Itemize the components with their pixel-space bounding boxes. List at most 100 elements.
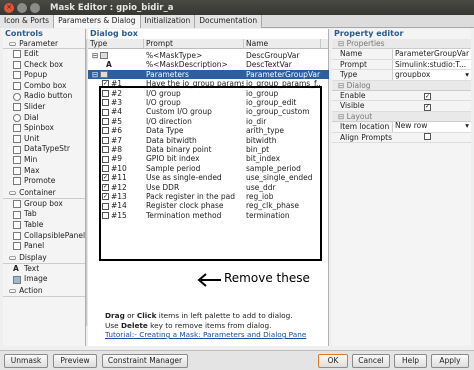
- groupbox-icon: [100, 70, 109, 78]
- minimize-icon[interactable]: [17, 2, 27, 13]
- control-panel[interactable]: Panel: [3, 241, 85, 252]
- prop-row-type: Type groupbox ▾: [332, 70, 471, 81]
- annotation-label: Remove these: [224, 271, 310, 285]
- preview-button[interactable]: Preview: [53, 354, 97, 368]
- hint-drag: Drag: [105, 311, 125, 320]
- control-slider[interactable]: Slider: [3, 102, 85, 113]
- hint-line1-rest: items in left palette to add to dialog.: [156, 311, 293, 320]
- control-min[interactable]: Min: [3, 155, 85, 166]
- slider-icon: [13, 103, 21, 112]
- checkbox-icon: [13, 60, 21, 69]
- item-location-select[interactable]: New row ▾: [392, 121, 471, 132]
- groupbox-icon: [100, 52, 109, 60]
- tab-initialization[interactable]: Initialization: [140, 15, 196, 28]
- control-groupbox[interactable]: Group box: [3, 199, 85, 210]
- controls-header: Controls: [5, 29, 43, 38]
- constraint-manager-button[interactable]: Constraint Manager: [102, 354, 188, 368]
- help-button[interactable]: Help: [394, 354, 427, 368]
- column-name[interactable]: Name: [244, 39, 321, 48]
- prop-section-layout[interactable]: ⊟ Layout: [332, 111, 471, 122]
- visible-checkbox[interactable]: ✓: [424, 103, 431, 111]
- collapse-icon: ▭: [9, 253, 17, 263]
- promote-icon: [13, 177, 21, 186]
- column-type[interactable]: Type: [88, 39, 144, 48]
- table-icon: [13, 221, 21, 230]
- section-container[interactable]: ▭ Container: [3, 188, 85, 199]
- control-dial[interactable]: Dial: [3, 113, 85, 124]
- row-type-cell: ⊟: [88, 51, 144, 60]
- control-text[interactable]: A Text: [3, 264, 85, 275]
- apply-button[interactable]: Apply: [431, 354, 469, 368]
- align-prompts-checkbox[interactable]: [424, 132, 431, 140]
- prop-row-name: Name ParameterGroupVar: [332, 49, 471, 60]
- annotation-arrow-icon: [197, 273, 221, 287]
- row-name: ParameterGroupVar: [246, 69, 321, 79]
- unit-icon: [13, 135, 21, 144]
- row-type-cell: ⊟: [88, 70, 144, 79]
- prop-type-select[interactable]: groupbox ▾: [392, 70, 471, 80]
- chevron-down-icon: ▾: [465, 70, 469, 79]
- controls-panel: Controls ▭ Parameter Edit Check box Popup…: [3, 29, 86, 346]
- prop-section-dialog[interactable]: ⊟ Dialog: [332, 80, 471, 91]
- control-unit[interactable]: Unit: [3, 134, 85, 145]
- unmask-button[interactable]: Unmask: [4, 354, 48, 368]
- enable-checkbox[interactable]: ✓: [424, 93, 431, 101]
- collapse-icon[interactable]: ⊟: [92, 51, 98, 60]
- control-spinbox[interactable]: Spinbox: [3, 123, 85, 134]
- spinbox-icon: [13, 124, 21, 133]
- tab-parameters-dialog[interactable]: Parameters & Dialog: [54, 15, 141, 28]
- cancel-button[interactable]: Cancel: [352, 354, 390, 368]
- control-radio[interactable]: Radio button: [3, 91, 85, 102]
- text-a-icon: A: [13, 263, 19, 273]
- control-collapsiblepanel[interactable]: CollapsiblePanel: [3, 231, 85, 242]
- max-icon: [13, 166, 21, 175]
- hint-or: or: [124, 311, 137, 320]
- ok-button[interactable]: OK: [318, 354, 348, 368]
- section-parameter[interactable]: ▭ Parameter: [3, 39, 85, 49]
- row-name: DescTextVar: [246, 60, 292, 70]
- section-action[interactable]: ▭ Action: [3, 286, 85, 297]
- control-edit[interactable]: Edit: [3, 49, 85, 60]
- prop-section-properties[interactable]: ⊟ Properties: [332, 39, 471, 49]
- popup-icon: [13, 71, 21, 80]
- text-a-icon: A: [106, 60, 112, 70]
- control-promote[interactable]: Promote: [3, 176, 85, 187]
- control-table[interactable]: Table: [3, 220, 85, 231]
- collapse-icon[interactable]: ⊟: [92, 70, 98, 79]
- prop-row-item-location: Item location New row ▾: [332, 121, 471, 133]
- column-prompt[interactable]: Prompt: [144, 39, 244, 48]
- property-editor-header: Property editor: [334, 29, 404, 38]
- control-popup[interactable]: Popup: [3, 70, 85, 81]
- collapse-icon: ▭: [9, 286, 17, 296]
- control-checkbox[interactable]: Check box: [3, 60, 85, 71]
- combobox-icon: [13, 82, 21, 91]
- min-icon: [13, 156, 21, 165]
- tab-documentation[interactable]: Documentation: [195, 15, 263, 28]
- control-datatypestr[interactable]: DataTypeStr: [3, 144, 85, 155]
- control-image[interactable]: Image: [3, 274, 85, 285]
- maximize-icon[interactable]: [30, 2, 40, 13]
- row-name: DescGroupVar: [246, 51, 300, 60]
- tab-icon: [13, 210, 21, 219]
- row-prompt: Parameters: [146, 69, 189, 79]
- table-row[interactable]: ⊟ Parameters ParameterGroupVar: [88, 69, 329, 80]
- prop-name-field[interactable]: ParameterGroupVar: [392, 49, 471, 59]
- control-tab[interactable]: Tab: [3, 209, 85, 220]
- tab-icon-ports[interactable]: Icon & Ports: [0, 15, 55, 28]
- tutorial-link[interactable]: Tutorial:- Creating a Mask: Parameters a…: [105, 330, 306, 339]
- control-combobox[interactable]: Combo box: [3, 81, 85, 92]
- panel-icon: [13, 242, 21, 251]
- collapse-icon: ▭: [9, 38, 17, 48]
- table-row[interactable]: A %<MaskDescription> DescTextVar: [88, 60, 329, 69]
- control-max[interactable]: Max: [3, 166, 85, 177]
- prop-row-prompt: Prompt Simulink:studio:T...: [332, 59, 471, 71]
- button-bar: Unmask Preview Constraint Manager OK Can…: [0, 350, 474, 370]
- row-prompt: %<MaskType>: [146, 51, 203, 60]
- collapse-icon: ▭: [9, 188, 17, 198]
- prop-prompt-field[interactable]: Simulink:studio:T...: [392, 59, 471, 70]
- section-display[interactable]: ▭ Display: [3, 253, 85, 264]
- close-icon[interactable]: ×: [4, 2, 14, 13]
- table-row[interactable]: ⊟ %<MaskType> DescGroupVar: [88, 51, 329, 60]
- collapsible-panel-icon: [13, 231, 21, 240]
- window-title: Mask Editor : gpio_bidir_a: [50, 2, 174, 13]
